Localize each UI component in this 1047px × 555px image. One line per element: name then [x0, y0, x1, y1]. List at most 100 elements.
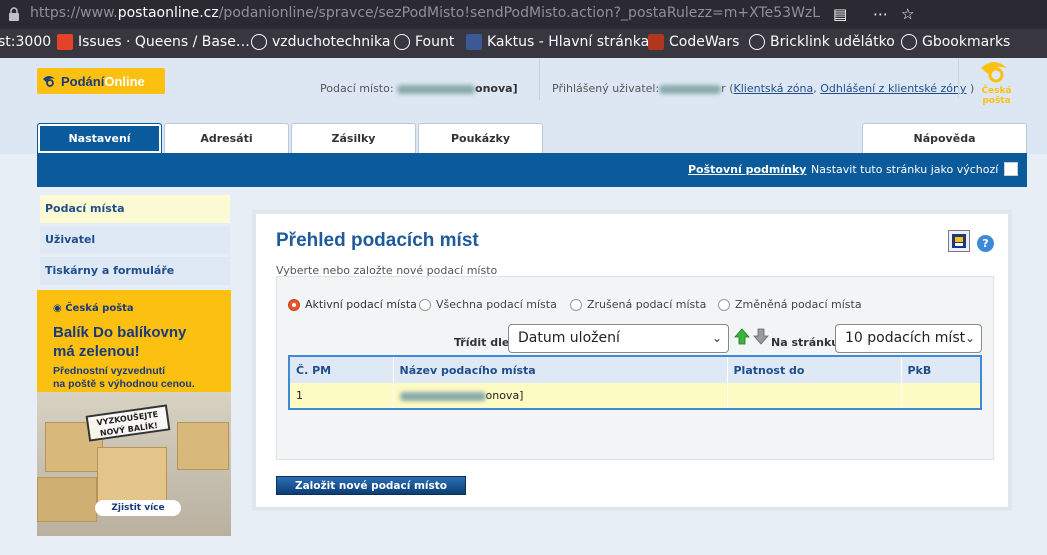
sort-ascending-icon[interactable] [734, 328, 750, 345]
bookmark-vzduchotechnika[interactable]: vzduchotechnika [251, 34, 390, 50]
post-horn-icon [43, 76, 55, 87]
sidebar-item-uzivatel[interactable]: Uživatel [40, 226, 230, 254]
set-default-label: Nastavit tuto stránku jako výchozí [811, 163, 999, 176]
chevron-down-icon: ⌄ [964, 331, 975, 345]
postal-conditions-link[interactable]: Poštovní podmínky [688, 163, 806, 176]
logo-text-online: Online [104, 73, 145, 89]
per-page-value: 10 podacích míst [845, 330, 966, 346]
bookmark-fount[interactable]: Fount [394, 34, 454, 50]
radio-button[interactable] [419, 298, 431, 311]
sort-label: Třídit dle: [454, 336, 514, 349]
bookmark-label: Kaktus - Hlavní stránka [487, 34, 650, 50]
per-page-select[interactable]: 10 podacích míst ⌄ [835, 324, 982, 353]
banner-brand: ◉ Česká pošta [53, 303, 134, 314]
create-podaci-misto-button[interactable]: Založit nové podací místo [276, 476, 466, 495]
table-row[interactable]: 1 onova] [289, 383, 982, 409]
cell-nazev[interactable]: onova] [393, 383, 728, 409]
browser-url-bar[interactable]: https://www.postaonline.cz/podanionline/… [0, 0, 1047, 29]
radio-button[interactable] [288, 298, 300, 311]
logout-link[interactable]: Odhlášení z klientské zóny [820, 82, 966, 95]
bookmark-label: Issues · Queens / Base… [78, 34, 250, 50]
podani-online-logo[interactable]: Podání Online [37, 68, 165, 94]
ceska-posta-text: Česká pošta [981, 86, 1012, 106]
radio-button[interactable] [718, 298, 730, 311]
cell-pkb[interactable] [901, 383, 982, 409]
chevron-down-icon: ⌄ [711, 331, 722, 345]
banner-cta-button[interactable]: Zjistit více [95, 500, 181, 516]
column-header-cpm[interactable]: Č. PM [289, 356, 394, 383]
column-header-nazev[interactable]: Název podacího místa [393, 356, 728, 383]
export-icon-graphic [952, 234, 966, 248]
banner-brand-text: Česká pošta [65, 303, 134, 314]
export-icon[interactable] [948, 230, 970, 252]
filter-aktivni[interactable]: Aktivní podací místa [288, 298, 417, 311]
codewars-icon [648, 34, 664, 50]
bookmark-codewars[interactable]: CodeWars [648, 34, 739, 50]
site-header: Podání Online Podací místo: onova] Přihlá… [0, 58, 1047, 154]
bookmark-issues[interactable]: Issues · Queens / Base… [57, 34, 250, 50]
bookmark-bricklink[interactable]: Bricklink udělátko [749, 34, 895, 50]
bookmark-label: CodeWars [669, 34, 740, 50]
bookmark-label: st:3000 [0, 34, 52, 50]
sidebar-item-podaci-mista[interactable]: Podací místa [40, 195, 230, 223]
filter-zmenena[interactable]: Změněná podací místa [718, 298, 862, 311]
more-options-icon[interactable]: ⋯ [873, 5, 888, 23]
settings-toolbar: Poštovní podmínky Nastavit tuto stránku … [37, 153, 1027, 187]
banner-headline-line2: má zelenou! [53, 343, 140, 360]
filter-label: Změněná podací místa [735, 298, 862, 311]
filter-zrusena[interactable]: Zrušená podací místa [570, 298, 706, 311]
promo-banner[interactable]: ◉ Česká pošta Balík Do balíkovny má zelen… [37, 290, 231, 536]
podaci-misto-label: Podací místo: [320, 82, 394, 95]
globe-icon [749, 34, 765, 50]
tab-napoveda[interactable]: Nápověda [862, 123, 1027, 153]
cell-cpm[interactable]: 1 [289, 383, 394, 409]
banner-headline: Balík Do balíkovny má zelenou! [53, 323, 186, 361]
table-header-row: Č. PM Název podacího místa Platnost do P… [289, 356, 982, 383]
post-horn-icon [981, 62, 1007, 83]
tab-zasilky[interactable]: Zásilky [291, 123, 416, 153]
globe-icon [394, 34, 410, 50]
url-path: /podanionline/spravce/sezPodMisto!sendPo… [218, 5, 820, 21]
url-host: postaonline.cz [117, 5, 219, 21]
reader-view-icon[interactable]: ▤ [833, 5, 847, 23]
banner-text-line2: na poště s výhodnou cenou. [53, 378, 195, 390]
redacted-text [659, 84, 722, 94]
logo-text-podani: Podání [61, 73, 105, 89]
tab-adresati[interactable]: Adresáti [164, 123, 289, 153]
banner-text-line1: Přednostní vyzvednutí [53, 365, 166, 377]
tab-poukazky[interactable]: Poukázky [418, 123, 543, 153]
filter-vsechna[interactable]: Všechna podací místa [419, 298, 557, 311]
radio-button[interactable] [570, 298, 582, 311]
filter-label: Všechna podací místa [436, 298, 557, 311]
tab-nastaveni[interactable]: Nastavení [37, 123, 162, 153]
header-divider [539, 58, 540, 100]
sidebar-menu: Podací místa Uživatel Tiskárny a formulá… [37, 192, 233, 286]
bookmark-kaktus[interactable]: Kaktus - Hlavní stránka [466, 34, 649, 50]
parcel-image [177, 422, 229, 470]
client-zone-link[interactable]: Klientská zóna [734, 82, 814, 95]
cell-platnost[interactable] [727, 383, 902, 409]
column-header-pkb[interactable]: PkB [901, 356, 982, 383]
user-label: Přihlášený uživatel: [552, 82, 660, 95]
bookmark-gbookmarks[interactable]: Gbookmarks [901, 34, 1010, 50]
sidebar-item-tiskarny[interactable]: Tiskárny a formuláře [40, 257, 230, 285]
ceska-posta-logo[interactable]: Česká pošta [958, 58, 1022, 106]
sort-select[interactable]: Datum uložení ⌄ [508, 324, 729, 353]
lock-icon [9, 7, 19, 21]
redacted-text [397, 84, 476, 94]
banner-headline-line1: Balík Do balíkovny [53, 324, 187, 341]
set-default-checkbox[interactable] [1004, 162, 1018, 176]
parcel-image [37, 477, 97, 522]
bookmark-label: Fount [415, 34, 455, 50]
cell-nazev-value: onova] [485, 389, 524, 402]
url-text[interactable]: https://www.postaonline.cz/podanionline/… [30, 5, 820, 21]
bookmark-star-icon[interactable]: ☆ [901, 5, 914, 23]
sort-descending-icon[interactable] [753, 328, 769, 345]
banner-text: Přednostní vyzvednutí na poště s výhodnou… [53, 365, 195, 391]
column-header-platnost[interactable]: Platnost do [727, 356, 902, 383]
gitlab-icon [57, 34, 73, 50]
help-icon[interactable]: ? [977, 235, 994, 252]
bookmark-localhost[interactable]: st:3000 [0, 34, 51, 50]
user-value: r [721, 82, 726, 95]
bookmarks-toolbar: st:3000 Issues · Queens / Base… vzduchot… [0, 29, 1047, 58]
